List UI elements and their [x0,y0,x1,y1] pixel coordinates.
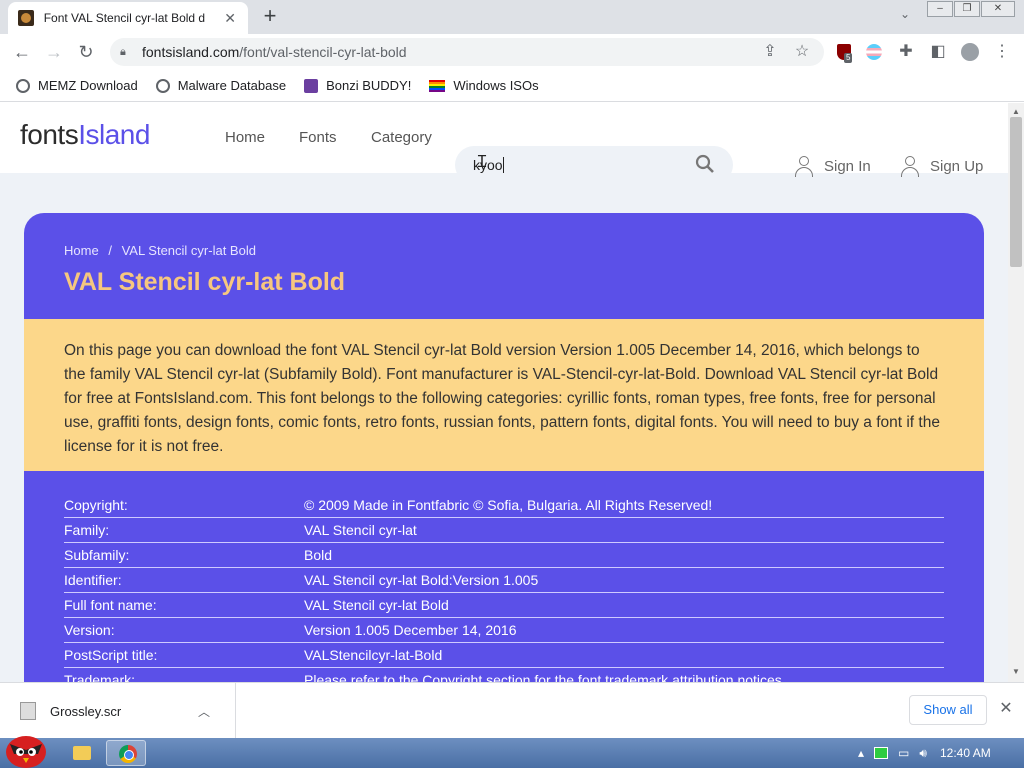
rainbow-flag-icon [429,79,446,92]
table-row: Full font name: VAL Stencil cyr-lat Bold [64,593,944,618]
show-all-button[interactable]: Show all [909,695,987,725]
address-bar[interactable]: 🔒︎ fontsisland.com/font/val-stencil-cyr-… [110,38,824,66]
ublock-extension-icon[interactable]: 5 [832,40,856,64]
extensions-puzzle-icon[interactable]: ✚ [894,40,918,64]
globe-icon [155,78,170,93]
page-scrollbar[interactable]: ▲ ▼ [1008,103,1024,682]
folder-icon [73,746,91,760]
nav-category[interactable]: Category [371,129,432,146]
system-tray: ▴ ▭ 🔊︎ [858,738,927,768]
tab-search-chevron-icon[interactable]: ⌄ [893,7,917,27]
table-row: PostScript title: VALStencilcyr-lat-Bold [64,643,944,668]
scroll-down-icon[interactable]: ▼ [1012,667,1020,676]
bonzi-icon [304,78,319,93]
tab-close-icon[interactable]: ✕ [222,10,238,27]
bookmark-malware-database[interactable]: Malware Database [155,78,286,93]
search-input[interactable]: kyoo [455,146,733,184]
reload-icon[interactable]: ↻ [74,40,98,64]
forward-arrow-icon[interactable]: → [42,40,66,64]
browser-menu-icon[interactable]: ⋮ [990,40,1014,64]
new-tab-button[interactable]: + [258,5,282,29]
font-detail-card: Home / VAL Stencil cyr-lat Bold VAL Sten… [24,213,984,682]
table-row: Family: VAL Stencil cyr-lat [64,518,944,543]
site-logo[interactable]: fontsIsland [20,119,150,151]
sign-in-link[interactable]: Sign In [794,155,871,177]
lock-icon[interactable]: 🔒︎ [120,46,132,58]
bookmark-bonzi-buddy[interactable]: Bonzi BUDDY! [304,78,411,93]
download-file-name: Grossley.scr [50,703,122,719]
font-description: On this page you can download the font V… [24,319,984,471]
text-caret [503,157,504,173]
scroll-up-icon[interactable]: ▲ [1012,107,1020,116]
sign-up-link[interactable]: Sign Up [900,155,983,177]
windows-taskbar: ▴ ▭ 🔊︎ 12:40 AM [0,736,1024,768]
chevron-up-icon[interactable]: ︿ [198,703,210,720]
card-header: Home / VAL Stencil cyr-lat Bold VAL Sten… [24,213,984,319]
extension-flag-icon[interactable] [862,40,886,64]
table-row: Subfamily: Bold [64,543,944,568]
text-cursor-icon: Ｉ [474,154,491,171]
tab-title: Font VAL Stencil cyr-lat Bold d [43,11,206,25]
tab-strip: Font VAL Stencil cyr-lat Bold d ✕ + ⌄ – … [0,0,1024,34]
breadcrumb-home[interactable]: Home [64,243,99,258]
profile-avatar-icon[interactable] [958,40,982,64]
network-icon[interactable] [874,747,889,759]
minimize-button[interactable]: – [927,1,953,17]
bookmarks-bar: MEMZ Download Malware Database Bonzi BUD… [0,70,1024,102]
side-panel-icon[interactable]: ◧ [926,40,950,64]
breadcrumb-current: VAL Stencil cyr-lat Bold [121,243,256,258]
window-close-button[interactable]: ✕ [981,1,1015,17]
file-icon [20,702,36,720]
battery-icon[interactable]: ▭ [898,746,909,760]
site-favicon-icon [18,10,34,26]
table-row: Identifier: VAL Stencil cyr-lat Bold:Vers… [64,568,944,593]
bookmark-windows-isos[interactable]: Windows ISOs [429,78,539,93]
close-icon[interactable]: ✕ [996,699,1016,719]
nav-home[interactable]: Home [225,129,265,146]
clock[interactable]: 12:40 AM [940,746,991,760]
user-icon [794,155,814,177]
url-path: /font/val-stencil-cyr-lat-bold [239,44,407,60]
browser-tab-active[interactable]: Font VAL Stencil cyr-lat Bold d ✕ [8,2,248,34]
volume-icon[interactable]: 🔊︎ [919,746,927,761]
scrollbar-thumb[interactable] [1010,117,1022,267]
tray-expand-icon[interactable]: ▴ [858,746,864,760]
font-specs-table: Copyright: © 2009 Made in Fontfabric © So… [24,471,984,682]
bookmark-star-icon[interactable]: ☆ [790,40,814,64]
page-title: VAL Stencil cyr-lat Bold [64,268,346,296]
extension-badge: 5 [844,53,853,63]
breadcrumb: Home / VAL Stencil cyr-lat Bold [64,243,256,258]
taskbar-explorer-button[interactable] [62,740,102,766]
download-bar: Grossley.scr ︿ Show all ✕ [0,682,1024,739]
bookmark-memz[interactable]: MEMZ Download [16,78,138,93]
maximize-button[interactable]: ❐ [954,1,980,17]
table-row: Trademark: Please refer to the Copyright … [64,668,944,682]
page-viewport: fontsIsland Home Fonts Category kyoo Ｉ S… [0,103,1008,682]
search-icon[interactable] [695,154,715,179]
nav-fonts[interactable]: Fonts [299,129,337,146]
globe-icon [16,78,30,93]
chrome-icon [119,745,137,763]
back-arrow-icon[interactable]: ← [10,40,34,64]
taskbar-chrome-button[interactable] [106,740,146,766]
user-add-icon [900,155,920,177]
table-row: Version: Version 1.005 December 14, 2016 [64,618,944,643]
table-row: Copyright: © 2009 Made in Fontfabric © So… [64,493,944,518]
start-button[interactable] [2,730,48,768]
share-icon[interactable]: ⇪ [758,40,782,64]
url-host: fontsisland.com [142,44,240,60]
